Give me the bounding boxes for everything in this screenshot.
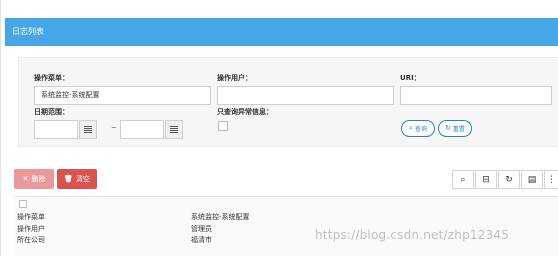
reset-button-label: 重置: [452, 126, 465, 133]
query-button[interactable]: ⌕ 查询: [401, 120, 435, 137]
export-icon: ▤: [527, 174, 537, 185]
delete-button[interactable]: ✕ 删除: [14, 169, 54, 189]
date-to-input[interactable]: [120, 120, 164, 139]
calendar-icon: [170, 126, 178, 133]
row-select-checkbox[interactable]: [19, 200, 27, 208]
user-input[interactable]: [217, 86, 394, 105]
refresh-button[interactable]: ↻: [498, 170, 520, 189]
user-label: 操作用户：: [217, 74, 252, 82]
reset-button[interactable]: ↻ 重置: [438, 120, 472, 137]
delete-button-label: 删除: [31, 175, 46, 183]
menu-input[interactable]: 系统监控-系统配置: [34, 86, 211, 105]
log-list-page: 日志列表 操作菜单： 系统监控-系统配置 操作用户： URI： 日期范围： ~ …: [0, 0, 558, 256]
detail-value-menu: 系统监控-系统配置: [191, 213, 250, 221]
only-errors-checkbox[interactable]: [218, 121, 228, 131]
watermark: https://blog.csdn.net/zhp12345: [315, 228, 510, 242]
search-icon: ⌕: [409, 124, 413, 132]
uri-input[interactable]: [400, 86, 552, 105]
date-from-calendar-button[interactable]: [79, 120, 97, 139]
trash-icon: 🗑: [64, 175, 73, 183]
date-from-input[interactable]: [34, 120, 78, 139]
range-separator: ~: [111, 124, 117, 132]
close-icon: ✕: [22, 175, 29, 183]
query-button-label: 查询: [414, 126, 427, 133]
calendar-icon: [84, 126, 92, 133]
search-toggle-button[interactable]: ⌕: [452, 170, 474, 189]
clear-button[interactable]: 🗑 清空: [57, 169, 97, 189]
menu-label: 操作菜单：: [34, 74, 69, 82]
date-to-calendar-button[interactable]: [165, 120, 183, 139]
date-range-label: 日期范围：: [34, 108, 69, 116]
detail-key-menu: 操作菜单: [17, 213, 45, 221]
card-view-icon: ⊟: [482, 174, 490, 185]
columns-icon: ⋮: [547, 174, 556, 185]
detail-value-company: 福清市: [191, 236, 212, 244]
panel-title: 日志列表: [5, 18, 558, 46]
detail-key-company: 所在公司: [17, 236, 45, 244]
refresh-icon: ↻: [445, 124, 451, 132]
columns-button[interactable]: ⋮: [544, 170, 558, 189]
search-icon: ⌕: [460, 174, 466, 185]
only-errors-label: 只查询异常信息：: [217, 108, 273, 116]
card-view-button[interactable]: ⊟: [475, 170, 497, 189]
detail-key-user: 操作用户: [17, 225, 45, 233]
uri-label: URI：: [400, 74, 421, 82]
export-button[interactable]: ▤: [521, 170, 543, 189]
log-table: [14, 196, 558, 256]
clear-button-label: 清空: [75, 175, 90, 183]
refresh-icon: ↻: [505, 174, 513, 185]
detail-value-user: 管理员: [191, 225, 212, 233]
